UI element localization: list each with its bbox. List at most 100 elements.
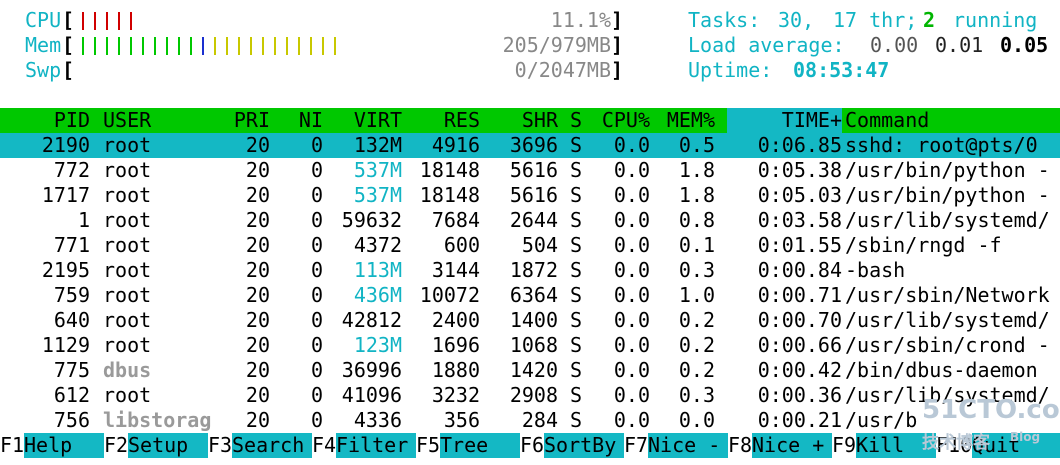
cell-shr: 1420 [509,358,558,382]
meter-bar-segment [130,12,132,30]
meter-bar-segment [130,37,132,55]
col-virt[interactable]: VIRT [330,108,402,133]
cell-pid: 771 [53,233,90,257]
cell-cpu: 0.0 [613,208,650,232]
col-cpu[interactable]: CPU% [595,108,650,133]
fkey-f9-number: F9 [832,433,857,457]
meter-bar-segment [106,37,108,55]
cell-cpu: 0.0 [613,408,650,432]
cell-shr: 1068 [509,333,558,357]
fkey-tree-button[interactable]: Tree [440,433,520,458]
cell-ni: 0 [310,408,323,432]
meter-bar-segment [334,37,336,55]
col-command[interactable]: Command [845,108,930,133]
cell-pid: 775 [53,358,90,382]
fkey-f2-number: F2 [104,433,129,457]
load-5: 0.01 [935,33,984,57]
meter-bar-segment [214,37,216,55]
mem-value: 205/979MB [502,33,611,57]
col-shr[interactable]: SHR [490,108,558,133]
swap-meter: Swp [ 0/2047MB ] [0,58,630,83]
cell-shr: 2908 [509,383,558,407]
cell-res: 600 [443,233,480,257]
cell-shr: 3696 [509,133,558,157]
fkey-filter-button[interactable]: Filter [336,433,416,458]
mem-label: Mem [25,33,62,57]
cell-pri: 20 [245,158,270,182]
table-row[interactable]: 640 root 20 0 42812 2400 1400 S 0.0 0.2 0:00.70/us… [0,308,1060,333]
fkey-search-button[interactable]: Search [232,433,312,458]
cell-mem: 0.1 [678,233,715,257]
table-row[interactable]: 759 root 20 0 436M 10072 6364 S 0.0 1.0 0:00.71/us… [0,283,1060,308]
meter-bar-segment [322,37,324,55]
cell-shr: 284 [521,408,558,432]
col-res[interactable]: RES [410,108,480,133]
table-row[interactable]: 1 root 20 0 59632 7684 2644 S 0.0 0.8 0:03.58/usr/… [0,208,1060,233]
tasks-value: 30, [778,8,815,32]
table-row[interactable]: 756 libstorag 20 0 4336 356 284 S 0.0 0.0 0:00.21/… [0,408,1060,433]
cell-res: 18148 [419,158,480,182]
fkey-setup-button[interactable]: Setup [128,433,208,458]
cell-virt: 537M [353,183,402,207]
table-row[interactable]: 772 root 20 0 537M 18148 5616 S 0.0 1.8 0:05.38/us… [0,158,1060,183]
col-ni[interactable]: NI [285,108,323,133]
cpu-label: CPU [25,8,62,32]
fkey-f5-number: F5 [416,433,441,457]
cell-cmd: /bin/dbus-daemon [845,358,1038,382]
watermark-blog: Blog [1010,430,1041,444]
cell-time: 0:00.71 [757,283,842,307]
fkey-nice-button[interactable]: Nice - [648,433,728,458]
cell-cpu: 0.0 [613,158,650,182]
load-average: Load average: 0.00 0.01 0.05 [688,33,1060,58]
fkey-f4-number: F4 [312,433,337,457]
col-pri[interactable]: PRI [228,108,270,133]
meter-bar-segment [106,12,108,30]
col-state[interactable]: S [570,108,582,133]
table-row[interactable]: 775 dbus 20 0 36996 1880 1420 S 0.0 0.2 0:00.42/bi… [0,358,1060,383]
cell-res: 1696 [431,333,480,357]
fkey-nice-button[interactable]: Nice + [752,433,832,458]
tasks-summary: Tasks: 30, 17 thr; 2 running [688,8,1060,33]
table-row[interactable]: 1717 root 20 0 537M 18148 5616 S 0.0 1.8 0:05.03/u… [0,183,1060,208]
meter-bar-segment [166,37,168,55]
cell-mem: 1.0 [678,283,715,307]
cell-user: root [103,158,152,182]
table-row[interactable]: 1129 root 20 0 123M 1696 1068 S 0.0 0.2 0:00.66/us… [0,333,1060,358]
col-user[interactable]: USER [103,108,151,133]
cell-pid: 612 [53,383,90,407]
cell-s: S [570,258,583,282]
cell-s: S [570,233,583,257]
cell-cpu: 0.0 [613,358,650,382]
cell-res: 18148 [419,183,480,207]
cell-res: 4916 [431,133,480,157]
col-time[interactable]: TIME+ [727,108,842,133]
table-row-selected[interactable]: 2190 root 20 0 132M 4916 3696 S 0.0 0.5 0:06.85 ssh… [0,133,1060,158]
cell-pid: 640 [53,308,90,332]
cell-ni: 0 [310,358,323,382]
cell-s: S [570,308,583,332]
cell-virt: 41096 [341,383,402,407]
cell-mem: 1.8 [678,158,715,182]
cell-mem: 1.8 [678,183,715,207]
col-pid[interactable]: PID [0,108,90,133]
cell-ni: 0 [310,133,323,157]
cell-res: 3144 [431,258,480,282]
cell-virt: 42812 [341,308,402,332]
table-row[interactable]: 771 root 20 0 4372 600 504 S 0.0 0.1 0:01.55/sbin/… [0,233,1060,258]
fkey-help-button[interactable]: Help [24,433,104,458]
cell-res: 2400 [431,308,480,332]
cell-cpu: 0.0 [613,133,650,157]
table-row[interactable]: 612 root 20 0 41096 3232 2908 S 0.0 0.3 0:00.36/us… [0,383,1060,408]
fkey-sortby-button[interactable]: SortBy [544,433,624,458]
meter-bar-segment [94,12,96,30]
cell-user: root [103,258,152,282]
swp-value: 0/2047MB [514,58,611,82]
cell-time: 0:00.70 [757,308,842,332]
cell-ni: 0 [310,383,323,407]
process-table-header: PID USER PRI NI VIRT RES SHR S CPU% MEM%… [0,108,1060,133]
cell-time: 0:05.03 [757,183,842,207]
cell-pri: 20 [245,408,270,432]
table-row[interactable]: 2195 root 20 0 113M 3144 1872 S 0.0 0.3 0:00.84 -ba… [0,258,1060,283]
cell-ni: 0 [310,183,323,207]
col-mem[interactable]: MEM% [658,108,715,133]
